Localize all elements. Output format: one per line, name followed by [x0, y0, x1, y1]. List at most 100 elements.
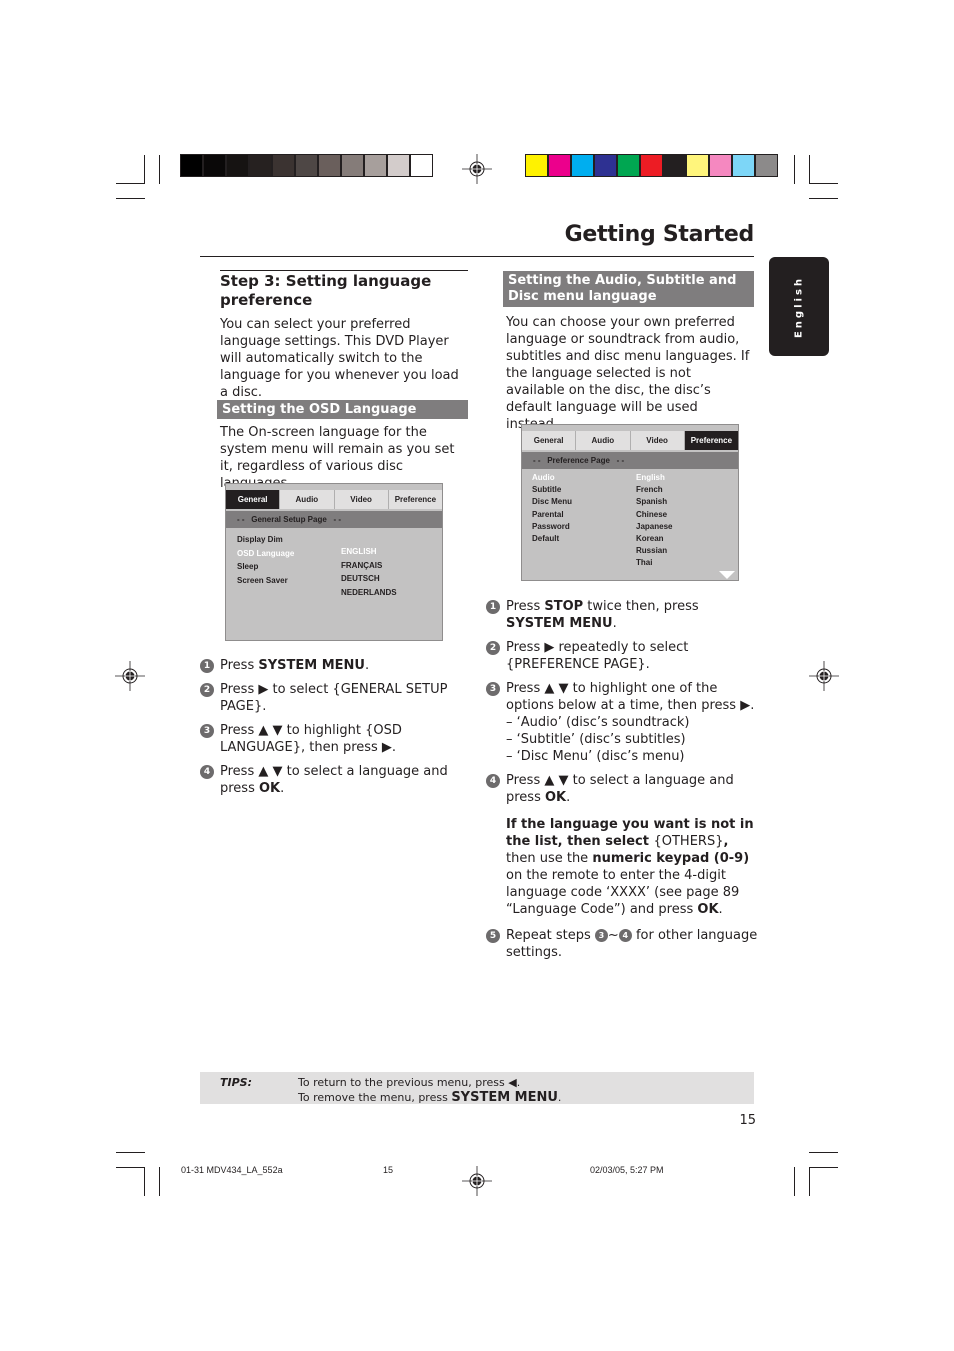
menu-tab-preference[interactable]: Preference	[388, 490, 442, 509]
menu-option[interactable]: Japanese	[636, 521, 672, 533]
menu-tab-audio[interactable]: Audio	[576, 431, 631, 450]
text: Press	[506, 599, 545, 614]
menu-option[interactable]: FRANÇAIS	[341, 559, 397, 573]
menu-option[interactable]: Chinese	[636, 509, 672, 521]
crop-mark	[116, 1167, 145, 1168]
crop-mark	[159, 1167, 160, 1196]
menu-option[interactable]: Spanish	[636, 496, 672, 508]
step-ref-icon: 3	[594, 929, 608, 942]
menu-option[interactable]: English	[636, 472, 672, 484]
menu-item[interactable]: Audio	[532, 472, 572, 484]
color-swatch	[319, 155, 342, 176]
menu-options: English French Spanish Chinese Japanese Korea…	[636, 472, 672, 570]
menu-option[interactable]: DEUTSCH	[341, 572, 397, 586]
color-swatch	[227, 155, 250, 176]
step-text: Press ▶ to select {GENERAL SETUP PAGE}.	[220, 681, 468, 715]
menu-option[interactable]: Thai	[636, 557, 672, 569]
menu-item[interactable]: Subtitle	[532, 484, 572, 496]
menu-item[interactable]: Screen Saver	[237, 574, 294, 588]
menu-item[interactable]: Disc Menu	[532, 496, 572, 508]
color-swatch	[641, 155, 664, 176]
step-text: Press ▶ repeatedly to select {PREFERENCE…	[506, 639, 758, 673]
crop-mark	[794, 155, 795, 184]
step-number-icon: 3	[200, 724, 214, 738]
text: .	[364, 658, 370, 673]
menu-option[interactable]: ENGLISH	[341, 545, 397, 559]
text: Press ▲ ▼ to highlight one of the option…	[506, 681, 755, 713]
menu-item[interactable]: Display Dim	[237, 533, 294, 547]
step-number-icon: 5	[486, 929, 500, 943]
menu-options: ENGLISH FRANÇAIS DEUTSCH NEDERLANDS	[341, 545, 397, 599]
step-item: 4 Press ▲ ▼ to select a language and pres…	[486, 772, 758, 806]
menu-option[interactable]: French	[636, 484, 672, 496]
crop-mark	[116, 1152, 145, 1153]
title-divider	[200, 256, 754, 257]
tip-line-1: To return to the previous menu, press ◀.	[298, 1076, 521, 1089]
step-text: Repeat steps 3 ~4 for other language sett…	[506, 927, 758, 961]
menu-tab-general[interactable]: General	[522, 431, 577, 450]
bold-text: ,	[723, 834, 729, 849]
step-number-icon: 1	[200, 659, 214, 673]
menu-item[interactable]: Parental	[532, 509, 572, 521]
text: .	[280, 781, 285, 796]
menu-tabs: General Audio Video Preference	[522, 431, 738, 450]
step-text: Press SYSTEM MENU.	[220, 657, 468, 674]
menu-item[interactable]: Sleep	[237, 560, 294, 574]
step-sub-item: – ‘Subtitle’ (disc’s subtitles)	[506, 732, 686, 747]
step-number-icon: 2	[200, 683, 214, 697]
step-item: 5 Repeat steps 3 ~4 for other language set…	[486, 927, 758, 961]
tip-line-2-text: To remove the menu, press	[298, 1091, 452, 1104]
text: Press ▲ ▼ to highlight {OSD LANGUAGE}, t…	[220, 723, 402, 755]
language-tab: English	[769, 257, 829, 356]
page-number: 15	[739, 1113, 756, 1128]
color-swatch	[342, 155, 365, 176]
menu-item[interactable]: Password	[532, 521, 572, 533]
text: Press ▲ ▼ to select a language and press	[506, 773, 734, 805]
menu-tab-video[interactable]: Video	[334, 490, 389, 509]
step-item: 2 Press ▶ repeatedly to select {PREFERENC…	[486, 639, 758, 673]
section-heading-audio-subtitle: Setting the Audio, Subtitle and Disc men…	[503, 271, 754, 307]
step-number-icon: 4	[486, 774, 500, 788]
menu-option[interactable]: Korean	[636, 533, 672, 545]
menu-item[interactable]: OSD Language	[237, 547, 294, 561]
scroll-down-icon[interactable]	[719, 571, 735, 579]
menu-tab-preference[interactable]: Preference	[684, 431, 738, 450]
preference-steps: 1 Press STOP twice then, press SYSTEM MEN…	[486, 598, 758, 968]
menu-option[interactable]: NEDERLANDS	[341, 586, 397, 600]
text: .	[612, 616, 617, 631]
text: then use the	[506, 851, 593, 866]
menu-tab-video[interactable]: Video	[630, 431, 685, 450]
crop-mark	[116, 183, 145, 184]
menu-tab-general[interactable]: General	[226, 490, 281, 509]
crop-mark	[809, 1152, 838, 1153]
step-item: 1 Press STOP twice then, press SYSTEM MEN…	[486, 598, 758, 632]
color-swatch	[181, 155, 204, 176]
color-swatch	[664, 155, 687, 176]
tips-text: To return to the previous menu, press ◀.…	[298, 1075, 561, 1105]
footer-timestamp: 02/03/05, 5:27 PM	[590, 1165, 664, 1175]
color-swatch	[204, 155, 227, 176]
menu-item[interactable]: Default	[532, 533, 572, 545]
step-number-icon: 4	[200, 765, 214, 779]
color-swatch	[733, 155, 756, 176]
menu-page-title: - - Preference Page - -	[522, 452, 738, 469]
step-item: 3 Press ▲ ▼ to highlight {OSD LANGUAGE}, …	[200, 722, 468, 756]
tips-label: TIPS:	[220, 1076, 252, 1089]
step-item: 2 Press ▶ to select {GENERAL SETUP PAGE}.	[200, 681, 468, 715]
step-item: 1 Press SYSTEM MENU.	[200, 657, 468, 674]
menu-option[interactable]: Russian	[636, 545, 672, 557]
crop-mark	[809, 183, 838, 184]
menu-tab-audio[interactable]: Audio	[280, 490, 335, 509]
bold-text: STOP	[544, 599, 584, 614]
bold-text: OK	[259, 781, 281, 796]
tip-line-2: To remove the menu, press SYSTEM MENU.	[298, 1090, 561, 1105]
step-text: Press STOP twice then, press SYSTEM MENU…	[506, 598, 758, 632]
bold-text: OK	[545, 790, 567, 805]
note-paragraph: If the language you want is not in the l…	[486, 816, 758, 918]
osd-paragraph: The On-screen language for the system me…	[220, 425, 455, 491]
bold-text: OK	[697, 902, 719, 917]
grayscale-calibration-bar	[180, 154, 433, 177]
crop-mark	[159, 155, 160, 184]
osd-menu-screen: General Audio Video Preference - - General …	[225, 483, 443, 641]
text: ~	[607, 928, 619, 943]
